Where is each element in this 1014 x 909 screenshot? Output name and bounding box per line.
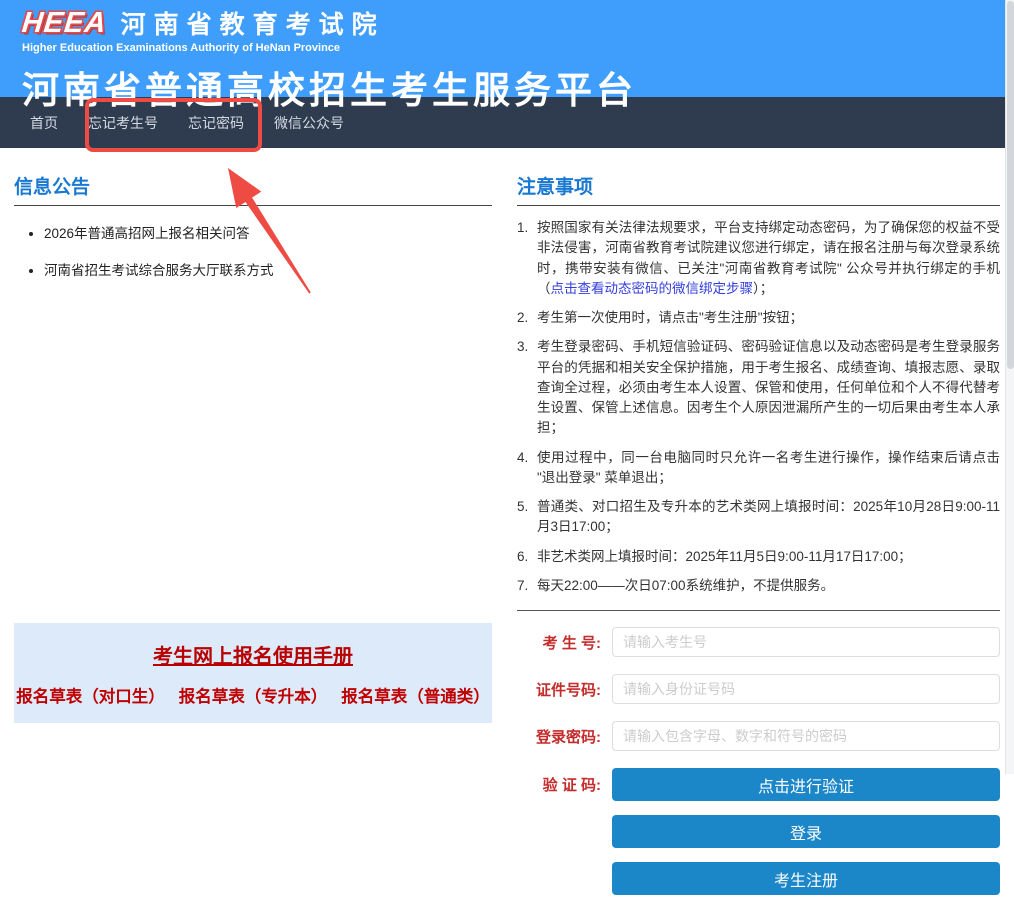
main-content: 信息公告 2026年普通高招网上报名相关问答 河南省招生考试综合服务大厅联系方式… bbox=[0, 148, 1014, 909]
manual-links-row: 报名草表（对口生） 报名草表（专升本） 报名草表（普通类） bbox=[9, 683, 497, 707]
register-row: 考生注册 bbox=[517, 862, 1000, 895]
note-text: 使用过程中，同一台电脑同时只允许一名考生进行操作，操作结束后请点击 "退出登录"… bbox=[537, 448, 1000, 489]
note-number: 4. bbox=[517, 448, 537, 489]
notes-list: 1. 按照国家有关法律法规要求，平台支持绑定动态密码，为了确保您的权益不受非法侵… bbox=[517, 218, 1000, 596]
exam-id-input[interactable] bbox=[612, 627, 1000, 657]
note-number: 7. bbox=[517, 576, 537, 596]
note-item: 7. 每天22:00——次日07:00系统维护，不提供服务。 bbox=[517, 576, 1000, 596]
password-input[interactable] bbox=[612, 721, 1000, 751]
announcements-list: 2026年普通高招网上报名相关问答 河南省招生考试综合服务大厅联系方式 bbox=[14, 222, 492, 279]
announcements-title: 信息公告 bbox=[14, 172, 492, 206]
captcha-label: 验 证 码: bbox=[517, 774, 601, 795]
notes-title: 注意事项 bbox=[517, 172, 1000, 206]
id-number-input[interactable] bbox=[612, 674, 1000, 704]
draft-form-link-upgrade[interactable]: 报名草表（专升本） bbox=[179, 683, 328, 707]
note-number: 6. bbox=[517, 547, 537, 567]
notes-form-divider bbox=[517, 610, 1000, 611]
wechat-binding-steps-link[interactable]: 点击查看动态密码的微信绑定步骤 bbox=[551, 281, 754, 296]
note-item: 2. 考生第一次使用时，请点击"考生注册"按钮； bbox=[517, 308, 1000, 328]
notes-and-login-column: 注意事项 1. 按照国家有关法律法规要求，平台支持绑定动态密码，为了确保您的权益… bbox=[517, 172, 1000, 909]
org-name-english: Higher Education Examinations Authority … bbox=[22, 42, 1014, 54]
note-item: 1. 按照国家有关法律法规要求，平台支持绑定动态密码，为了确保您的权益不受非法侵… bbox=[517, 218, 1000, 299]
note-number: 5. bbox=[517, 497, 537, 538]
nav-item-home[interactable]: 首页 bbox=[30, 113, 58, 133]
note-item: 5. 普通类、对口招生及专升本的艺术类网上填报时间：2025年10月28日9:0… bbox=[517, 497, 1000, 538]
note-item: 4. 使用过程中，同一台电脑同时只允许一名考生进行操作，操作结束后请点击 "退出… bbox=[517, 448, 1000, 489]
draft-form-link-vocational[interactable]: 报名草表（对口生） bbox=[16, 683, 165, 707]
login-row: 登录 bbox=[517, 815, 1000, 848]
note-text: 考生第一次使用时，请点击"考生注册"按钮； bbox=[537, 308, 1000, 328]
note-text-suffix: ）； bbox=[753, 281, 773, 296]
login-button[interactable]: 登录 bbox=[612, 815, 1000, 848]
announcement-link[interactable]: 河南省招生考试综合服务大厅联系方式 bbox=[44, 259, 492, 279]
site-header: HEEA 河南省教育考试院 Higher Education Examinati… bbox=[0, 0, 1014, 97]
note-text: 考生登录密码、手机短信验证码、密码验证信息以及动态密码是考生登录服务平台的凭据和… bbox=[537, 337, 1000, 438]
note-number: 1. bbox=[517, 218, 537, 299]
note-number: 2. bbox=[517, 308, 537, 328]
exam-id-label: 考 生 号: bbox=[517, 632, 601, 653]
note-text: 每天22:00——次日07:00系统维护，不提供服务。 bbox=[537, 576, 1000, 596]
password-label: 登录密码: bbox=[517, 726, 601, 747]
note-text: 普通类、对口招生及专升本的艺术类网上填报时间：2025年10月28日9:00-1… bbox=[537, 497, 1000, 538]
verify-button[interactable]: 点击进行验证 bbox=[612, 768, 1000, 801]
note-number: 3. bbox=[517, 337, 537, 438]
scrollbar[interactable] bbox=[1005, 0, 1014, 774]
exam-id-row: 考 生 号: bbox=[517, 627, 1000, 657]
platform-title: 河南省普通高校招生考生服务平台 bbox=[22, 60, 1014, 114]
announcements-column: 信息公告 2026年普通高招网上报名相关问答 河南省招生考试综合服务大厅联系方式… bbox=[14, 172, 492, 909]
manual-title-link[interactable]: 考生网上报名使用手册 bbox=[153, 640, 353, 669]
nav-item-wechat-account[interactable]: 微信公众号 bbox=[274, 113, 344, 133]
org-name: 河南省教育考试院 bbox=[121, 5, 385, 41]
id-number-label: 证件号码: bbox=[517, 679, 601, 700]
note-item: 3. 考生登录密码、手机短信验证码、密码验证信息以及动态密码是考生登录服务平台的… bbox=[517, 337, 1000, 438]
note-item: 6. 非艺术类网上填报时间：2025年11月5日9:00-11月17日17:00… bbox=[517, 547, 1000, 567]
password-row: 登录密码: bbox=[517, 721, 1000, 751]
announcement-link[interactable]: 2026年普通高招网上报名相关问答 bbox=[44, 222, 492, 242]
scrollbar-thumb[interactable] bbox=[1007, 1, 1014, 369]
register-button[interactable]: 考生注册 bbox=[612, 862, 1000, 895]
id-number-row: 证件号码: bbox=[517, 674, 1000, 704]
captcha-row: 验 证 码: 点击进行验证 bbox=[517, 768, 1000, 801]
draft-form-link-general[interactable]: 报名草表（普通类） bbox=[341, 683, 490, 707]
note-text: 非艺术类网上填报时间：2025年11月5日9:00-11月17日17:00； bbox=[537, 547, 1000, 567]
note-text: 按照国家有关法律法规要求，平台支持绑定动态密码，为了确保您的权益不受非法侵害，河… bbox=[537, 218, 1000, 299]
nav-item-forgot-exam-id[interactable]: 忘记考生号 bbox=[88, 113, 158, 133]
manual-panel: 考生网上报名使用手册 报名草表（对口生） 报名草表（专升本） 报名草表（普通类） bbox=[14, 623, 492, 723]
nav-item-forgot-password[interactable]: 忘记密码 bbox=[188, 113, 244, 133]
logo-row: HEEA 河南省教育考试院 bbox=[22, 5, 1014, 41]
heea-logo-icon: HEEA bbox=[20, 7, 114, 40]
login-form: 考 生 号: 证件号码: 登录密码: 验 证 码: 点击进行验证 登录 考 bbox=[517, 627, 1000, 895]
